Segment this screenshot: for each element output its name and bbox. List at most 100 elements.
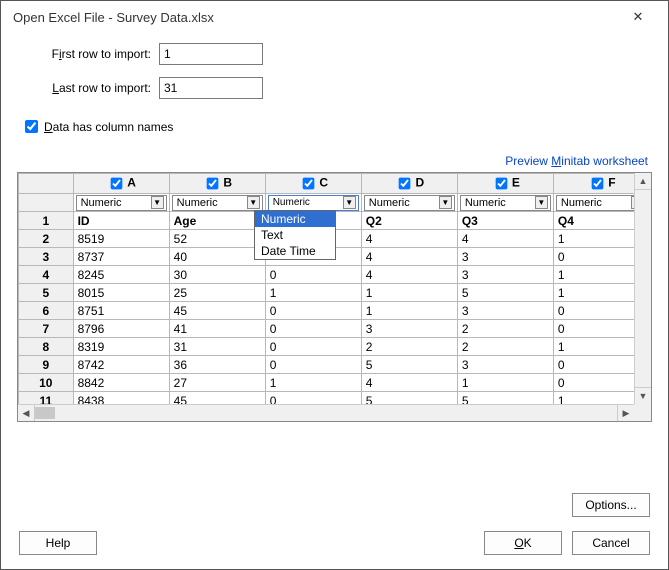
cell[interactable]: 3 (361, 320, 457, 338)
cell[interactable]: Q3 (457, 212, 553, 230)
cell[interactable]: 0 (265, 302, 361, 320)
cell[interactable]: 1 (457, 374, 553, 392)
cell[interactable]: 5 (457, 284, 553, 302)
dialog-footer: Options... Help OK Cancel (17, 475, 652, 555)
cell[interactable]: 1 (265, 374, 361, 392)
row-header[interactable]: 8 (19, 338, 74, 356)
cancel-button[interactable]: Cancel (572, 531, 650, 555)
cell[interactable]: 1 (265, 284, 361, 302)
column-header-A[interactable]: A (73, 174, 169, 194)
preview-worksheet-link[interactable]: Preview Minitab worksheet (505, 154, 648, 168)
row-header[interactable]: 4 (19, 266, 74, 284)
scroll-down-icon[interactable]: ▼ (635, 387, 651, 404)
scroll-thumb[interactable] (35, 407, 55, 419)
cell[interactable]: 2 (457, 320, 553, 338)
include-column-E-checkbox[interactable] (495, 178, 507, 190)
row-header[interactable]: 10 (19, 374, 74, 392)
row-header[interactable]: 5 (19, 284, 74, 302)
first-row-input[interactable] (159, 43, 263, 65)
type-cell-E[interactable]: Numeric▼ (457, 194, 553, 212)
scroll-right-icon[interactable]: ▶ (617, 405, 634, 421)
type-option-text[interactable]: Text (255, 227, 335, 243)
help-button[interactable]: Help (19, 531, 97, 555)
cell[interactable]: 4 (361, 266, 457, 284)
type-dropdown-menu[interactable]: NumericTextDate Time (254, 210, 336, 260)
type-cell-D[interactable]: Numeric▼ (361, 194, 457, 212)
titlebar: Open Excel File - Survey Data.xlsx ✕ (1, 1, 668, 33)
cell[interactable]: Age (169, 212, 265, 230)
column-header-C[interactable]: C (265, 174, 361, 194)
cell[interactable]: 3 (457, 248, 553, 266)
cell[interactable]: 8015 (73, 284, 169, 302)
type-cell-C[interactable]: Numeric▼ (265, 194, 361, 212)
scroll-up-icon[interactable]: ▲ (635, 173, 651, 190)
cell[interactable]: 8319 (73, 338, 169, 356)
cell[interactable]: 3 (457, 266, 553, 284)
cell[interactable]: Q2 (361, 212, 457, 230)
row-header[interactable]: 3 (19, 248, 74, 266)
cell[interactable]: 1 (361, 284, 457, 302)
chevron-down-icon[interactable]: ▼ (343, 196, 356, 209)
cell[interactable]: 8519 (73, 230, 169, 248)
row-header[interactable]: 1 (19, 212, 74, 230)
cell[interactable]: 3 (457, 356, 553, 374)
include-column-C-checkbox[interactable] (303, 178, 315, 190)
include-column-F-checkbox[interactable] (592, 178, 604, 190)
column-header-B[interactable]: B (169, 174, 265, 194)
row-header[interactable]: 6 (19, 302, 74, 320)
column-header-E[interactable]: E (457, 174, 553, 194)
cell[interactable]: 8245 (73, 266, 169, 284)
ok-button[interactable]: OK (484, 531, 562, 555)
chevron-down-icon[interactable]: ▼ (439, 196, 452, 209)
vertical-scrollbar[interactable]: ▲ ▼ (634, 173, 651, 404)
cell[interactable]: 5 (361, 356, 457, 374)
cell[interactable]: 0 (265, 320, 361, 338)
cell[interactable]: 52 (169, 230, 265, 248)
cell[interactable]: 4 (361, 374, 457, 392)
close-icon[interactable]: ✕ (618, 3, 658, 31)
scroll-left-icon[interactable]: ◀ (18, 405, 35, 421)
horizontal-scrollbar[interactable]: ◀ ▶ (18, 404, 651, 421)
cell[interactable]: 0 (265, 266, 361, 284)
cell[interactable]: 4 (361, 248, 457, 266)
type-cell-B[interactable]: Numeric▼ (169, 194, 265, 212)
cell[interactable]: 2 (457, 338, 553, 356)
cell[interactable]: 8751 (73, 302, 169, 320)
last-row-input[interactable] (159, 77, 263, 99)
type-option-date time[interactable]: Date Time (255, 243, 335, 259)
row-header[interactable]: 2 (19, 230, 74, 248)
cell[interactable]: 8842 (73, 374, 169, 392)
cell[interactable]: 8796 (73, 320, 169, 338)
cell[interactable]: 30 (169, 266, 265, 284)
row-header[interactable]: 7 (19, 320, 74, 338)
include-column-D-checkbox[interactable] (399, 178, 411, 190)
row-header[interactable]: 9 (19, 356, 74, 374)
cell[interactable]: 0 (265, 338, 361, 356)
cell[interactable]: 25 (169, 284, 265, 302)
cell[interactable]: 27 (169, 374, 265, 392)
type-option-numeric[interactable]: Numeric (255, 211, 335, 227)
chevron-down-icon[interactable]: ▼ (151, 196, 164, 209)
type-cell-A[interactable]: Numeric▼ (73, 194, 169, 212)
cell[interactable]: 45 (169, 302, 265, 320)
data-names-checkbox[interactable] (25, 120, 38, 133)
include-column-B-checkbox[interactable] (207, 178, 219, 190)
cell[interactable]: 40 (169, 248, 265, 266)
cell[interactable]: 4 (457, 230, 553, 248)
cell[interactable]: 0 (265, 356, 361, 374)
cell[interactable]: 1 (361, 302, 457, 320)
cell[interactable]: 31 (169, 338, 265, 356)
chevron-down-icon[interactable]: ▼ (247, 196, 260, 209)
cell[interactable]: ID (73, 212, 169, 230)
cell[interactable]: 8742 (73, 356, 169, 374)
cell[interactable]: 3 (457, 302, 553, 320)
cell[interactable]: 41 (169, 320, 265, 338)
chevron-down-icon[interactable]: ▼ (535, 196, 548, 209)
cell[interactable]: 4 (361, 230, 457, 248)
include-column-A-checkbox[interactable] (111, 178, 123, 190)
cell[interactable]: 36 (169, 356, 265, 374)
column-header-D[interactable]: D (361, 174, 457, 194)
options-button[interactable]: Options... (572, 493, 650, 517)
cell[interactable]: 8737 (73, 248, 169, 266)
cell[interactable]: 2 (361, 338, 457, 356)
